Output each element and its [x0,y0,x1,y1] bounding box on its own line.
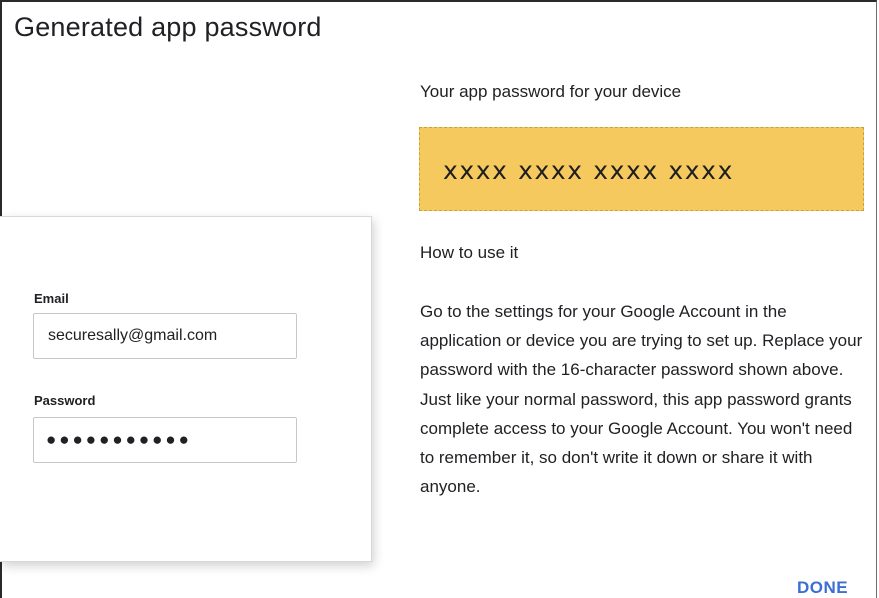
app-password-box: xxxx xxxx xxxx xxxx [419,127,864,211]
instructions-paragraph-1: Go to the settings for your Google Accou… [420,302,863,380]
email-label: Email [34,291,69,306]
email-field[interactable]: securesally@gmail.com [33,313,297,359]
app-password-value: xxxx xxxx xxxx xxxx [443,156,734,185]
done-button[interactable]: DONE [797,578,848,598]
app-password-heading: Your app password for your device [420,82,682,101]
password-mask: ●●●●●●●●●●● [46,430,192,449]
instructions-paragraph-2: Just like your normal password, this app… [420,389,853,497]
how-to-heading: How to use it [420,243,519,262]
dialog-title: Generated app password [14,12,322,42]
instructions-text: Go to the settings for your Google Accou… [420,297,870,501]
login-card: Email securesally@gmail.com Password ●●●… [0,216,372,562]
password-field[interactable]: ●●●●●●●●●●● [33,417,297,463]
email-value: securesally@gmail.com [48,327,218,344]
password-label: Password [34,393,96,408]
